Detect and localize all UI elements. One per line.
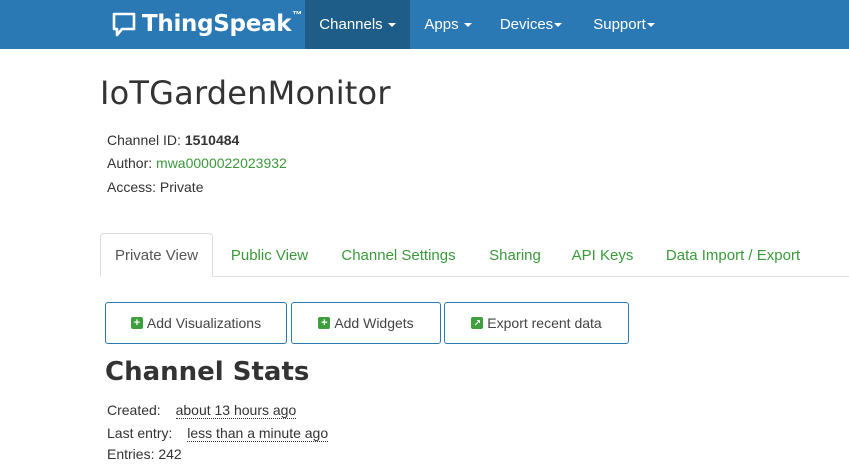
tab-data-import-export[interactable]: Data Import / Export — [653, 233, 813, 277]
access-value: Private — [159, 179, 204, 195]
nav-support[interactable]: Support — [582, 0, 666, 49]
channel-id-value: 1510484 — [184, 132, 240, 148]
nav-apps[interactable]: Apps — [412, 0, 484, 49]
nav-channels[interactable]: Channels — [305, 0, 410, 49]
add-widgets-button[interactable]: + Add Widgets — [291, 302, 441, 344]
add-visualizations-label: Add Visualizations — [146, 315, 262, 331]
tab-public-view[interactable]: Public View — [219, 233, 320, 277]
nav-support-label: Support — [593, 16, 646, 33]
last-entry-value: less than a minute ago — [187, 425, 329, 442]
author-row: Author: mwa0000022023932 — [107, 155, 287, 171]
add-widgets-label: Add Widgets — [334, 315, 414, 331]
plus-square-icon: + — [318, 317, 331, 329]
tab-api-keys[interactable]: API Keys — [563, 233, 642, 277]
tab-label: API Keys — [571, 246, 634, 264]
nav-devices-label: Devices — [499, 16, 554, 33]
last-entry-row: Last entry: less than a minute ago — [107, 425, 329, 442]
nav-devices[interactable]: Devices — [490, 0, 572, 49]
export-recent-data-button[interactable]: ↗ Export recent data — [444, 302, 629, 344]
last-entry-label: Last entry: — [107, 425, 173, 441]
tab-label: Public View — [230, 246, 309, 264]
created-value: about 13 hours ago — [175, 402, 297, 419]
tab-private-view[interactable]: Private View — [100, 233, 213, 277]
speech-bubble-icon — [112, 12, 136, 37]
author-label: Author: — [107, 155, 157, 171]
created-label: Created: — [107, 402, 161, 418]
tab-channel-settings[interactable]: Channel Settings — [330, 233, 467, 277]
author-link[interactable]: mwa0000022023932 — [156, 155, 287, 171]
access-label: Access: — [107, 179, 160, 195]
caret-down-icon — [387, 22, 396, 27]
brand-logo[interactable]: ThingSpeak ™ — [112, 8, 302, 40]
tab-sharing[interactable]: Sharing — [478, 233, 552, 277]
top-navbar: ThingSpeak ™ Channels Apps Devices Suppo… — [0, 0, 849, 49]
plus-square-icon: + — [130, 317, 143, 329]
caret-down-icon — [554, 22, 563, 27]
entries-label: Entries: — [107, 446, 159, 462]
tab-label: Channel Settings — [341, 246, 456, 264]
tab-label: Data Import / Export — [665, 246, 801, 264]
caret-down-icon — [646, 22, 655, 27]
entries-row: Entries: 242 — [107, 446, 182, 462]
access-row: Access: Private — [107, 179, 203, 195]
tab-label: Sharing — [489, 246, 541, 264]
brand-name: ThingSpeak — [142, 11, 292, 37]
tab-label: Private View — [114, 246, 199, 264]
entries-value: 242 — [158, 446, 182, 462]
external-link-icon: ↗ — [471, 317, 484, 329]
channel-title: IoTGardenMonitor — [100, 74, 391, 112]
channel-id-row: Channel ID: 1510484 — [107, 132, 239, 148]
caret-down-icon — [463, 22, 472, 27]
brand-trademark: ™ — [292, 10, 303, 21]
created-row: Created: about 13 hours ago — [107, 402, 297, 419]
nav-apps-label: Apps — [424, 16, 459, 33]
export-recent-data-label: Export recent data — [487, 315, 602, 331]
channel-id-label: Channel ID: — [107, 132, 185, 148]
channel-stats-title: Channel Stats — [105, 357, 310, 387]
add-visualizations-button[interactable]: + Add Visualizations — [105, 302, 287, 344]
nav-channels-label: Channels — [319, 16, 383, 33]
